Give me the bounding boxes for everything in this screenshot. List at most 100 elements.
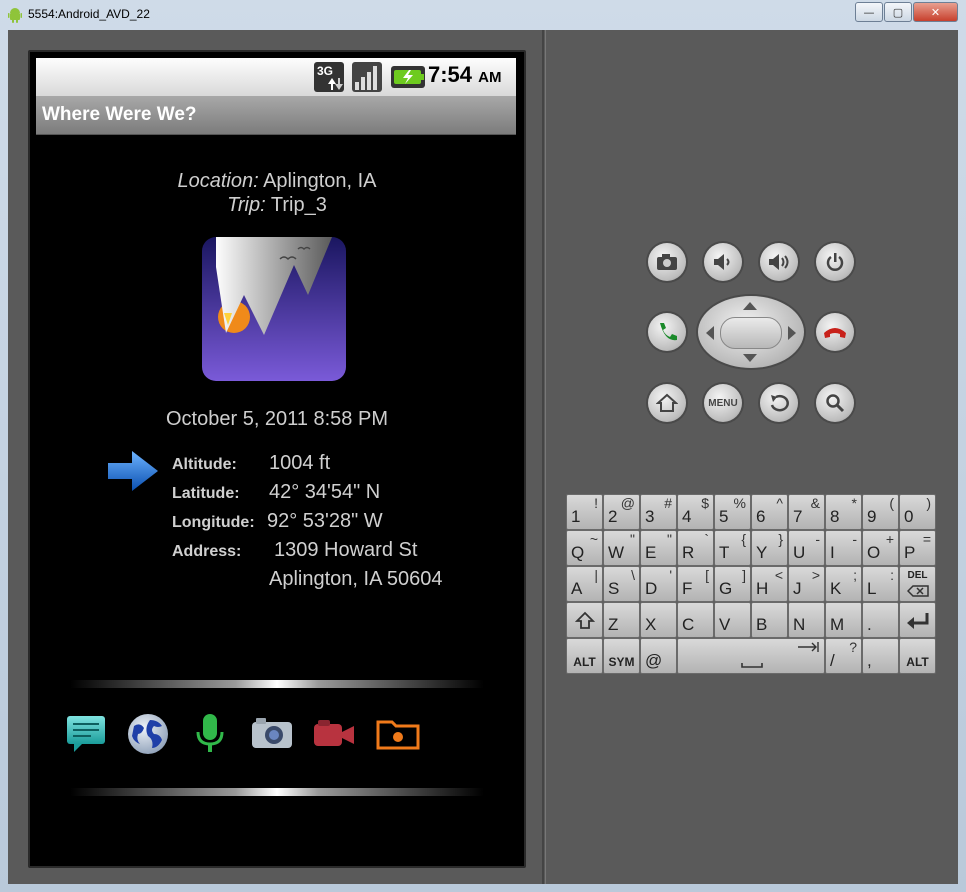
camera-button[interactable] [648,243,686,281]
key-6[interactable]: 6 ^ [751,494,788,530]
camera-icon[interactable] [250,712,294,756]
key-alt-right[interactable]: ALT [899,638,936,674]
key-t-alt-label: { [741,531,746,547]
volume-up-button[interactable] [760,243,798,281]
call-button[interactable] [648,313,686,351]
key-7[interactable]: 7 & [788,494,825,530]
volume-down-button[interactable] [704,243,742,281]
key-o[interactable]: O + [862,530,899,566]
key-t[interactable]: T{ [714,530,751,566]
key-alt-left-label: ALT [573,655,596,669]
folder-icon[interactable] [376,712,420,756]
message-icon[interactable] [64,712,108,756]
key-l-label: L [867,579,877,598]
power-button[interactable] [816,243,854,281]
search-button[interactable] [816,384,854,422]
svg-text:3G: 3G [317,64,333,78]
dpad-up-icon[interactable] [742,301,758,311]
phone-screen[interactable]: 3G 7:54 AM Where Were We? Location: Apli… [28,50,526,868]
key-3[interactable]: 3 # [640,494,677,530]
key-l-alt-label: : [890,567,894,583]
key-2[interactable]: 2 @ [603,494,640,530]
key-comma[interactable]: , [862,638,899,674]
back-button[interactable] [760,384,798,422]
key-alt-left[interactable]: ALT [566,638,603,674]
menu-button[interactable]: MENU [704,384,742,422]
key-w[interactable]: W " [603,530,640,566]
key-sym[interactable]: SYM [603,638,640,674]
minimize-button[interactable]: — [855,2,883,22]
globe-icon[interactable] [126,712,170,756]
key-d[interactable]: D ' [640,566,677,602]
key-at[interactable]: @ [640,638,677,674]
key-v[interactable]: V [714,602,751,638]
key-i[interactable]: I- [825,530,862,566]
back-icon [770,394,789,412]
key-h[interactable]: H < [751,566,788,602]
key-space[interactable] [677,638,825,674]
key-a[interactable]: A | [566,566,603,602]
key-sym-label: SYM [608,655,635,669]
key-9[interactable]: 9( [862,494,899,530]
longitude-value: 92° 53'28" W [267,510,383,532]
key-m[interactable]: M [825,602,862,638]
key-4[interactable]: 4 $ [677,494,714,530]
key-h-label: H [756,579,769,598]
key-j[interactable]: J > [788,566,825,602]
key-8[interactable]: 8 * [825,494,862,530]
key-period[interactable]: . [862,602,899,638]
key-b[interactable]: B [751,602,788,638]
app-logo-icon[interactable] [202,237,346,381]
dpad-left-icon[interactable] [705,325,715,341]
key-shift[interactable] [566,602,603,638]
longitude-label: Longitude: [172,514,255,531]
key-f[interactable]: F[ [677,566,714,602]
menu-button-label: MENU [708,397,738,409]
key-n[interactable]: N [788,602,825,638]
close-button[interactable]: ✕ [913,2,958,22]
video-camera-icon[interactable] [312,712,356,756]
window-titlebar[interactable]: 5554:Android_AVD_22 — ▢ ✕ [0,0,966,30]
key-j-label: J [793,579,802,598]
key-y[interactable]: Y} [751,530,788,566]
arrow-right-icon[interactable] [108,450,158,492]
key-l[interactable]: L: [862,566,899,602]
key-c[interactable]: C [677,602,714,638]
key-delete[interactable]: DEL [899,566,936,602]
address-line1: 1309 Howard St [274,539,418,561]
key-1[interactable]: 1! [566,494,603,530]
key-u[interactable]: U- [788,530,825,566]
separator-top [70,680,484,688]
maximize-button[interactable]: ▢ [884,2,912,22]
app-title-bar: Where Were We? [36,96,516,135]
end-call-button[interactable] [816,313,854,351]
key-9-label: 9 [867,507,877,526]
dpad-down-icon[interactable] [742,353,758,363]
app-title: Where Were We? [42,104,197,125]
dpad-right-icon[interactable] [787,325,797,341]
key-slash[interactable]: /? [825,638,862,674]
latitude-value: 42° 34'54" N [269,481,381,503]
key-q[interactable]: Q ~ [566,530,603,566]
key-enter[interactable] [899,602,936,638]
key-z[interactable]: Z [603,602,640,638]
key-r[interactable]: R ` [677,530,714,566]
key-k[interactable]: K; [825,566,862,602]
key-w-label: W [608,543,625,562]
key-5[interactable]: 5% [714,494,751,530]
key-s[interactable]: S \ [603,566,640,602]
dpad[interactable] [698,296,804,368]
dpad-center-button[interactable] [720,317,782,349]
latitude-label: Latitude: [172,485,240,502]
key-p[interactable]: P = [899,530,936,566]
home-button[interactable] [648,384,686,422]
microphone-icon[interactable] [188,712,232,756]
key-0[interactable]: 0) [899,494,936,530]
location-line: Location: Aplington, IA [30,170,524,193]
key-x[interactable]: X [640,602,677,638]
status-clock: 7:54 AM [428,62,502,88]
key-e[interactable]: E " [640,530,677,566]
hardware-keyboard: 1! 2 @3 #4 $5% 6 ^ 7 & 8 * 9(0) Q ~ W " E " R ` T{Y} U - I - O + P =… [566,494,938,674]
space-tab-icon [741,642,819,668]
key-g[interactable]: G] [714,566,751,602]
